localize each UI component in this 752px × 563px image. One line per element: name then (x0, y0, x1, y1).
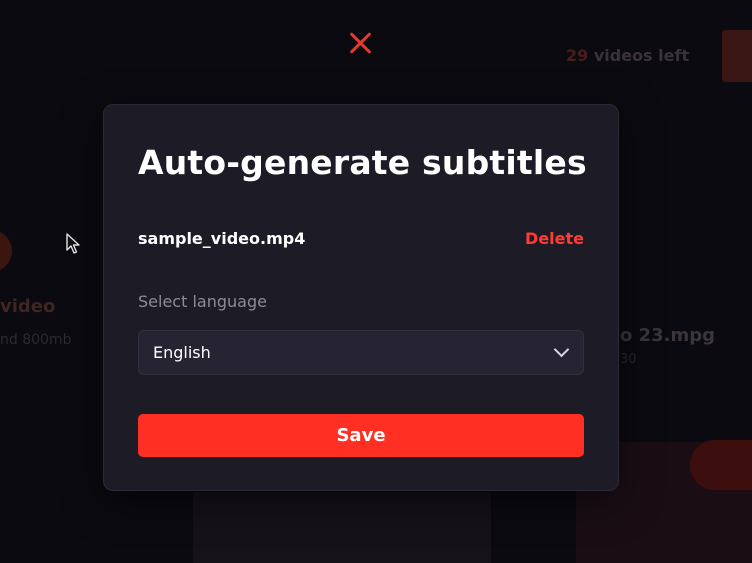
videos-left-count: 29 (566, 46, 589, 65)
video-thumbnail-accent (690, 440, 752, 490)
delete-button[interactable]: Delete (525, 229, 584, 248)
language-label: Select language (138, 292, 267, 311)
close-icon[interactable] (346, 28, 376, 58)
right-card-subtitle: 30 (620, 352, 637, 367)
subtitles-dialog: Auto-generate subtitles sample_video.mp4… (103, 104, 619, 491)
language-selected-value: English (153, 343, 211, 362)
videos-left-counter: 29 videos left (566, 46, 689, 65)
right-card-title: o 23.mpg (620, 325, 716, 346)
left-card-subtitle: nd 800mb (0, 332, 72, 348)
videos-left-label: videos left (588, 46, 690, 65)
file-name: sample_video.mp4 (138, 229, 306, 248)
mouse-cursor-icon (66, 233, 80, 254)
dialog-title: Auto-generate subtitles (138, 143, 587, 182)
language-select[interactable]: English (138, 330, 584, 375)
chevron-down-icon (553, 341, 570, 358)
upgrade-button[interactable] (722, 30, 752, 82)
upload-icon (0, 230, 12, 272)
left-card-title: video (0, 296, 56, 317)
video-thumbnail (193, 492, 491, 563)
save-button[interactable]: Save (138, 414, 584, 457)
